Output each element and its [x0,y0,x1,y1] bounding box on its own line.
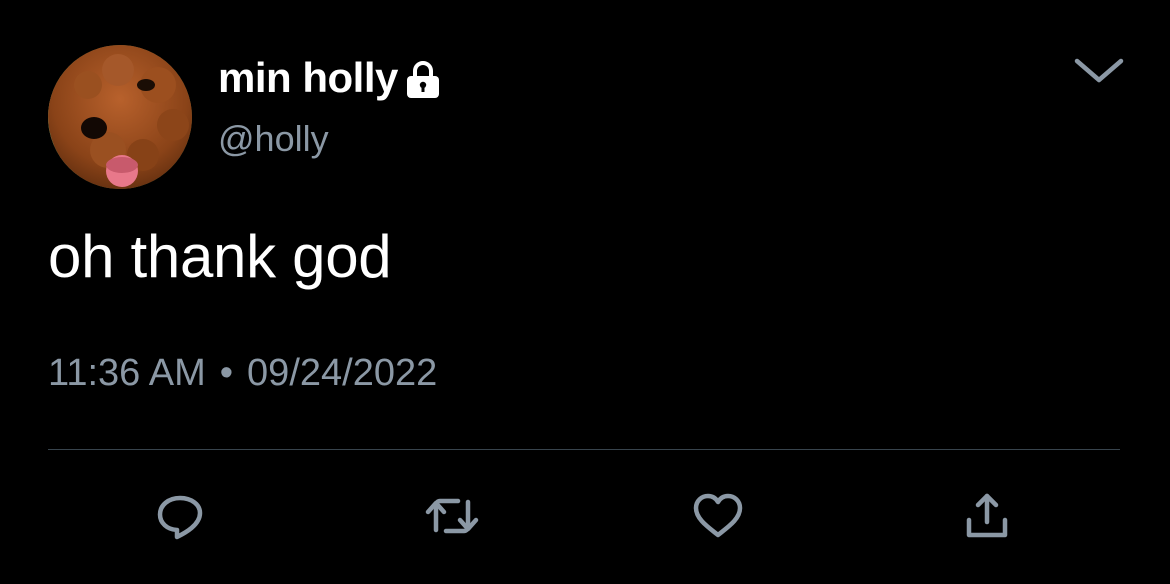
reply-button[interactable] [152,490,208,542]
divider [48,449,1120,450]
reply-icon [157,495,203,540]
more-options-button[interactable] [1068,50,1130,90]
retweet-button[interactable] [424,490,480,542]
display-name[interactable]: min holly [218,54,398,102]
like-button[interactable] [690,490,746,542]
retweet-icon [425,498,479,534]
dog-avatar-image [48,45,192,189]
tweet-time[interactable]: 11:36 AM [48,352,206,395]
share-icon [966,493,1008,538]
display-name-row: min holly [218,52,442,104]
chevron-down-icon [1074,58,1124,83]
tweet-text: oh thank god [48,223,392,290]
tweet-date[interactable]: 09/24/2022 [247,352,437,395]
avatar[interactable] [48,45,192,189]
handle[interactable]: @holly [218,118,329,160]
heart-icon [693,493,743,538]
share-button[interactable] [959,490,1015,542]
lock-icon [404,60,442,100]
tweet-card: min holly @holly oh thank god 11:36 AM •… [0,0,1170,584]
meta-separator: • [219,352,234,394]
tweet-timestamp: 11:36 AM • 09/24/2022 [48,352,437,395]
